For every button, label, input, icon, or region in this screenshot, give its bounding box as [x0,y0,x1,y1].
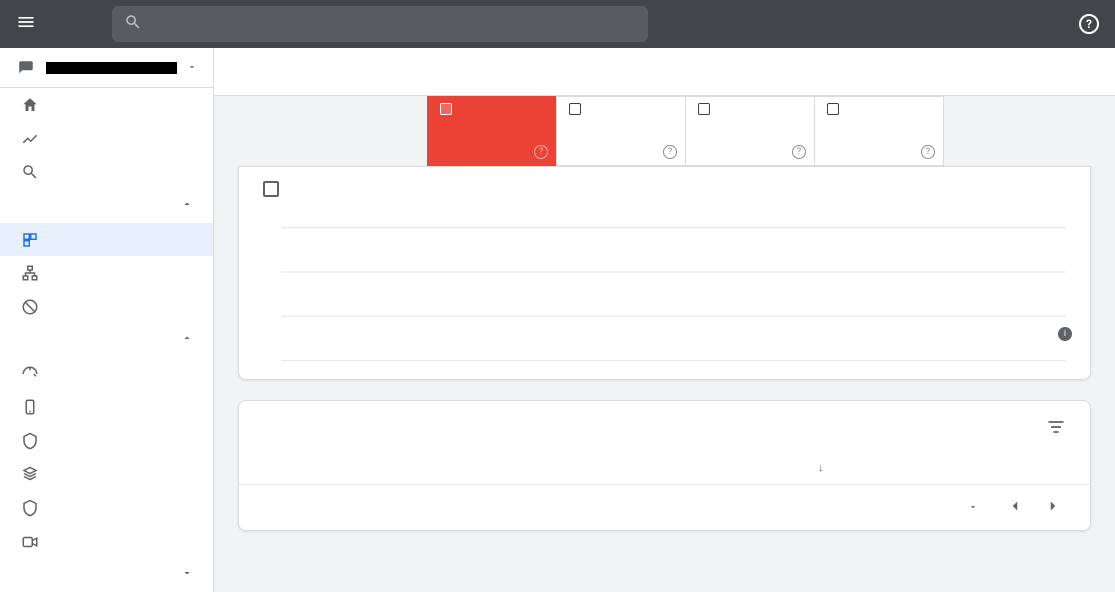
sidebar-group-enhancements[interactable] [0,323,213,357]
col-trend[interactable] [930,449,1020,485]
mobile-icon [20,398,40,416]
sitemap-icon [20,264,40,282]
col-validation[interactable]: ↓ [790,449,930,485]
speed-icon [20,365,40,383]
help-icon[interactable]: ? [921,145,935,159]
sidebar-group-security[interactable] [0,559,213,592]
sidebar-item-breadcrumbs[interactable] [0,424,213,458]
filter-icon[interactable] [1046,417,1066,441]
property-selector[interactable] [0,48,213,88]
url-inspect-search[interactable] [112,6,648,42]
sitelinks-icon [20,499,40,517]
sidebar-item-sitelinks-searchbox[interactable] [0,491,213,525]
sidebar-item-core-web-vitals[interactable] [0,357,213,391]
checkbox-icon [569,103,581,115]
chart-info-badge[interactable]: i [1058,327,1072,341]
hamburger-icon[interactable] [16,12,36,36]
checkbox-icon [827,103,839,115]
help-icon[interactable]: ? [792,145,806,159]
help-icon[interactable]: ? [1079,14,1099,34]
property-icon [16,59,36,77]
home-icon [20,96,40,114]
chart-line-icon [20,130,40,148]
breadcrumbs-icon [20,432,40,450]
help-icon[interactable]: ? [534,145,548,159]
next-page-icon[interactable] [1040,493,1066,522]
sort-desc-icon: ↓ [818,461,824,474]
details-table: ↓ [239,449,1090,485]
sidebar-item-removals[interactable] [0,290,213,324]
chart-svg [281,215,1066,367]
page-title [214,48,1115,96]
col-type[interactable] [329,449,790,485]
help-icon[interactable]: ? [663,145,677,159]
sidebar-item-coverage[interactable] [0,223,213,257]
impressions-toggle[interactable] [263,181,1066,197]
checkbox-icon [263,181,279,197]
sidebar-item-overview[interactable] [0,88,213,122]
checkbox-icon [440,103,452,115]
property-name-redacted [46,62,177,74]
card-valid-warnings[interactable]: ? [556,96,686,166]
card-excluded[interactable]: ? [814,96,944,166]
chart-card: i [238,166,1091,380]
col-pages[interactable] [1020,449,1090,485]
checkbox-icon [698,103,710,115]
sidebar-item-url-inspection[interactable] [0,156,213,190]
prev-page-icon[interactable] [1002,493,1028,522]
chevron-up-icon [181,332,193,348]
products-icon [20,466,40,484]
chevron-down-icon [181,567,193,583]
card-error[interactable]: ? [427,96,557,166]
sidebar-group-index[interactable] [0,189,213,223]
coverage-icon [20,231,40,249]
video-icon [20,533,40,551]
chevron-down-icon [187,60,197,76]
status-cards-row: ? ? ? ? [428,96,1091,166]
card-valid[interactable]: ? [685,96,815,166]
details-card: ↓ [238,400,1091,531]
sidebar [0,48,214,592]
sidebar-item-sitemaps[interactable] [0,256,213,290]
sidebar-item-performance[interactable] [0,122,213,156]
sidebar-item-products[interactable] [0,458,213,492]
col-status[interactable] [239,449,329,485]
search-icon [124,13,142,35]
table-pager [239,485,1090,530]
main-content: ? ? ? ? [214,48,1115,592]
coverage-chart: i [263,209,1066,359]
url-inspect-input[interactable] [154,16,636,32]
search-icon [20,163,40,181]
removals-icon [20,298,40,316]
sidebar-item-videos[interactable] [0,525,213,559]
chevron-down-icon[interactable] [968,501,978,515]
chevron-up-icon [181,198,193,214]
top-bar: ? [0,0,1115,48]
sidebar-item-mobile-usability[interactable] [0,391,213,425]
